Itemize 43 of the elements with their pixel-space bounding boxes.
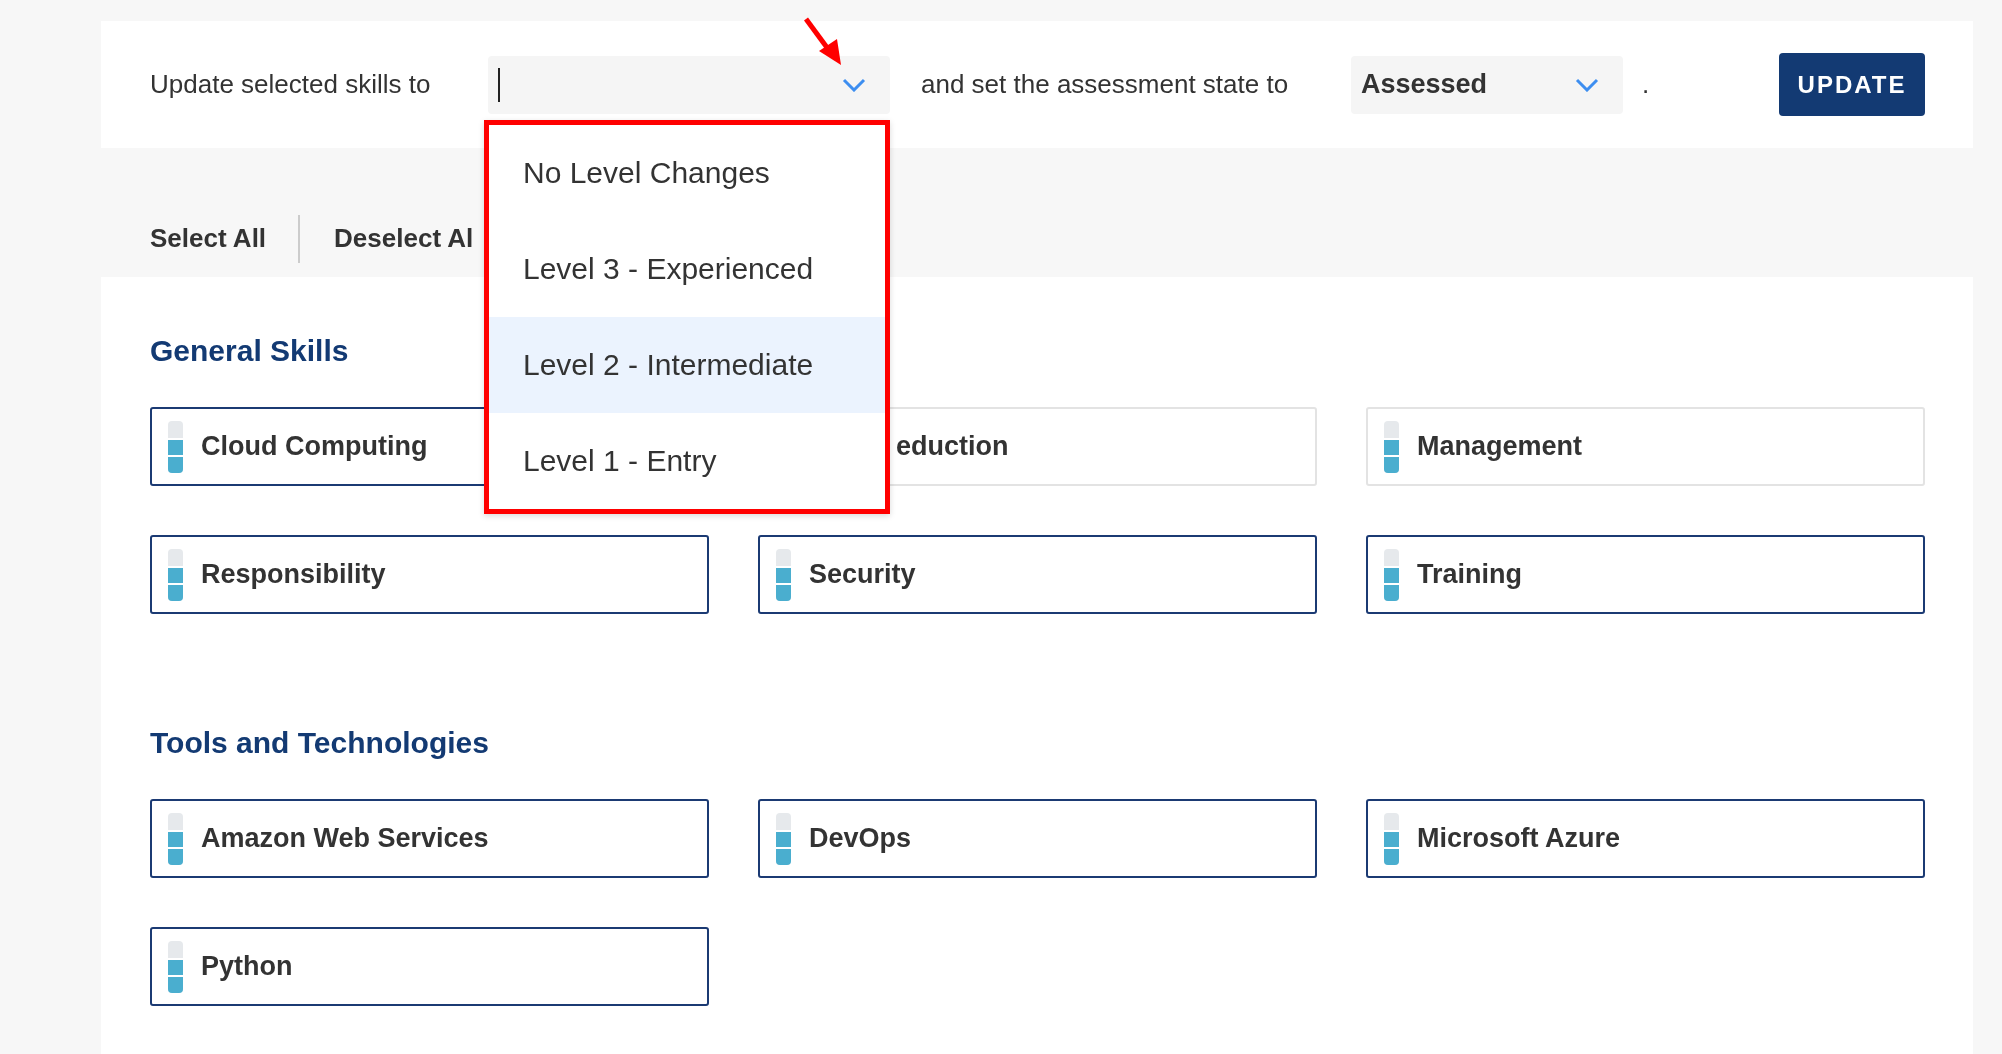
dropdown-option[interactable]: No Level Changes	[489, 125, 885, 221]
skill-name: Management	[1417, 431, 1583, 462]
skill-card[interactable]: Management	[1366, 407, 1925, 486]
level-select[interactable]	[488, 55, 890, 114]
update-button[interactable]: UPDATE	[1779, 53, 1925, 116]
skill-name: Microsoft Azure	[1417, 823, 1620, 854]
skill-name: Amazon Web Services	[201, 823, 489, 854]
skill-name: Cloud Computing	[201, 431, 428, 462]
skill-name: eduction	[896, 431, 1009, 462]
chevron-down-icon	[1575, 77, 1599, 92]
level-meter-icon	[1384, 548, 1399, 601]
section-heading: Tools and Technologies	[150, 725, 489, 761]
level-meter-icon	[1384, 812, 1399, 865]
period-text: .	[1642, 69, 1650, 100]
text-cursor	[498, 67, 500, 102]
skill-name: Responsibility	[201, 559, 386, 590]
level-meter-icon	[168, 812, 183, 865]
dropdown-option[interactable]: Level 2 - Intermediate	[489, 317, 885, 413]
chevron-down-icon	[842, 77, 866, 92]
level-meter-icon	[776, 548, 791, 601]
level-meter-icon	[168, 940, 183, 993]
level-meter-icon	[168, 420, 183, 473]
skill-card[interactable]: Python	[150, 927, 709, 1006]
select-link[interactable]: Deselect Al	[334, 223, 474, 254]
skill-card[interactable]: Security	[758, 535, 1317, 614]
select-link[interactable]: Select All	[150, 223, 267, 254]
state-select[interactable]: Assessed	[1351, 55, 1623, 114]
section-heading: General Skills	[150, 333, 349, 369]
level-meter-icon	[1384, 420, 1399, 473]
skill-card[interactable]: Responsibility	[150, 535, 709, 614]
dropdown-option[interactable]: Level 3 - Experienced	[489, 221, 885, 317]
skill-card[interactable]: DevOps	[758, 799, 1317, 878]
skill-name: Python	[201, 951, 293, 982]
skill-card[interactable]: Microsoft Azure	[1366, 799, 1925, 878]
update-label: Update selected skills to	[150, 69, 432, 100]
skill-card[interactable]: Amazon Web Services	[150, 799, 709, 878]
skill-name: DevOps	[809, 823, 912, 854]
level-meter-icon	[168, 548, 183, 601]
state-label: and set the assessment state to	[921, 69, 1290, 100]
skill-card[interactable]: Training	[1366, 535, 1925, 614]
level-meter-icon	[776, 812, 791, 865]
skill-name: Security	[809, 559, 916, 590]
skill-name: Training	[1417, 559, 1522, 590]
